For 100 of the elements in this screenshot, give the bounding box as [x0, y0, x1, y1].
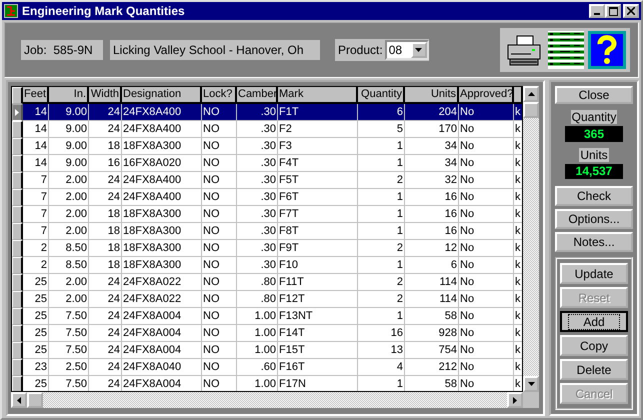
- table-cell: 2.00: [49, 274, 89, 291]
- table-cell: No: [459, 325, 514, 342]
- table-cell: 18: [89, 206, 122, 223]
- edit-button[interactable]: Copy: [560, 335, 628, 356]
- units-display: 14,537: [565, 164, 623, 179]
- table-cell: 1: [358, 138, 405, 155]
- table-cell: No: [459, 104, 514, 121]
- table-cell: 58: [405, 308, 459, 325]
- row-selector[interactable]: [12, 206, 23, 223]
- row-selector[interactable]: [12, 155, 23, 172]
- scrollbar-corner: [523, 392, 539, 408]
- scroll-left-button[interactable]: [11, 392, 27, 408]
- row-selector[interactable]: [12, 138, 23, 155]
- table-cell: 18FX8A300: [122, 206, 202, 223]
- table-cell: NO: [202, 291, 237, 308]
- row-selector[interactable]: [12, 189, 23, 206]
- table-cell: 25: [23, 342, 49, 359]
- row-selector[interactable]: [12, 104, 23, 121]
- table-cell: 24: [89, 121, 122, 138]
- table-cell: 170: [405, 121, 459, 138]
- table-cell: 7: [23, 172, 49, 189]
- table-cell: No: [459, 257, 514, 274]
- table-cell: 24: [89, 359, 122, 376]
- table-cell: 7: [23, 223, 49, 240]
- table-cell: .30: [237, 223, 278, 240]
- table-cell: F11T: [278, 274, 358, 291]
- right-arrow-icon: [513, 396, 517, 404]
- product-label: Product:: [338, 43, 383, 57]
- edit-button[interactable]: Add: [560, 311, 628, 332]
- table-cell: 2.00: [49, 189, 89, 206]
- edit-button[interactable]: Delete: [560, 359, 628, 380]
- table-cell: No: [459, 359, 514, 376]
- row-selector[interactable]: [12, 359, 23, 376]
- table-cell: 18: [89, 223, 122, 240]
- column-header[interactable]: [514, 87, 522, 104]
- row-selector[interactable]: [12, 308, 23, 325]
- action-button[interactable]: Options...: [555, 209, 633, 229]
- table-cell: 16: [89, 155, 122, 172]
- close-dialog-button[interactable]: Close: [555, 86, 633, 104]
- table-cell: 25: [23, 325, 49, 342]
- column-header[interactable]: Feet: [23, 87, 49, 104]
- row-selector[interactable]: [12, 325, 23, 342]
- column-header[interactable]: Approved?: [459, 87, 514, 104]
- row-selector[interactable]: [12, 342, 23, 359]
- scroll-right-button[interactable]: [507, 392, 523, 408]
- row-selector[interactable]: [12, 274, 23, 291]
- table-cell: 9.00: [49, 138, 89, 155]
- table-cell: 6: [358, 104, 405, 121]
- up-arrow-icon: [528, 92, 534, 96]
- table-cell: 25: [23, 274, 49, 291]
- table-cell: 8.50: [49, 257, 89, 274]
- row-selector[interactable]: [12, 376, 23, 391]
- product-dropdown[interactable]: 08: [384, 40, 429, 60]
- table-cell: 2.00: [49, 223, 89, 240]
- row-selector[interactable]: [12, 257, 23, 274]
- row-selector[interactable]: [12, 223, 23, 240]
- table-cell: .30: [237, 240, 278, 257]
- table-cell: 24FX8A040: [122, 359, 202, 376]
- action-button[interactable]: Notes...: [555, 232, 633, 252]
- table-cell: 1.00: [237, 342, 278, 359]
- column-header[interactable]: In.: [49, 87, 89, 104]
- table-cell: 204: [405, 104, 459, 121]
- job-name-label: Licking Valley School - Hanover, Oh: [110, 40, 320, 60]
- table-cell: 12: [405, 240, 459, 257]
- action-button[interactable]: Check: [555, 186, 633, 206]
- column-header[interactable]: Units: [405, 87, 459, 104]
- table-cell: F15T: [278, 342, 358, 359]
- scrollbar-thumb[interactable]: [27, 392, 43, 408]
- table-cell: .30: [237, 155, 278, 172]
- maximize-button[interactable]: [605, 4, 621, 18]
- table-cell: F2: [278, 121, 358, 138]
- table-cell: 18FX8A300: [122, 240, 202, 257]
- row-selector[interactable]: [12, 291, 23, 308]
- table-cell: F12T: [278, 291, 358, 308]
- job-label: Job: 585-9N: [21, 40, 103, 60]
- column-header[interactable]: Quantity: [358, 87, 405, 104]
- table-cell: 16FX8A020: [122, 155, 202, 172]
- column-header[interactable]: Camber: [237, 87, 278, 104]
- spreadsheet-icon[interactable]: [548, 31, 584, 69]
- table-cell: F4T: [278, 155, 358, 172]
- row-selector[interactable]: [12, 240, 23, 257]
- close-button[interactable]: [623, 4, 639, 18]
- column-header[interactable]: Width: [89, 87, 122, 104]
- edit-button[interactable]: Update: [560, 263, 628, 284]
- help-icon[interactable]: [588, 31, 626, 69]
- scroll-up-button[interactable]: [523, 86, 539, 102]
- row-selector[interactable]: [12, 121, 23, 138]
- table-cell: .30: [237, 138, 278, 155]
- table-cell: 9.00: [49, 104, 89, 121]
- table-cell: 18FX8A300: [122, 257, 202, 274]
- column-header[interactable]: Designation: [122, 87, 202, 104]
- table-cell: No: [459, 223, 514, 240]
- column-header[interactable]: Mark: [278, 87, 358, 104]
- scroll-down-button[interactable]: [523, 376, 539, 392]
- column-header[interactable]: Lock?: [202, 87, 237, 104]
- row-selector[interactable]: [12, 172, 23, 189]
- table-cell: 24: [89, 308, 122, 325]
- table-cell: 7: [23, 189, 49, 206]
- minimize-button[interactable]: [589, 4, 605, 18]
- scrollbar-thumb[interactable]: [523, 102, 539, 118]
